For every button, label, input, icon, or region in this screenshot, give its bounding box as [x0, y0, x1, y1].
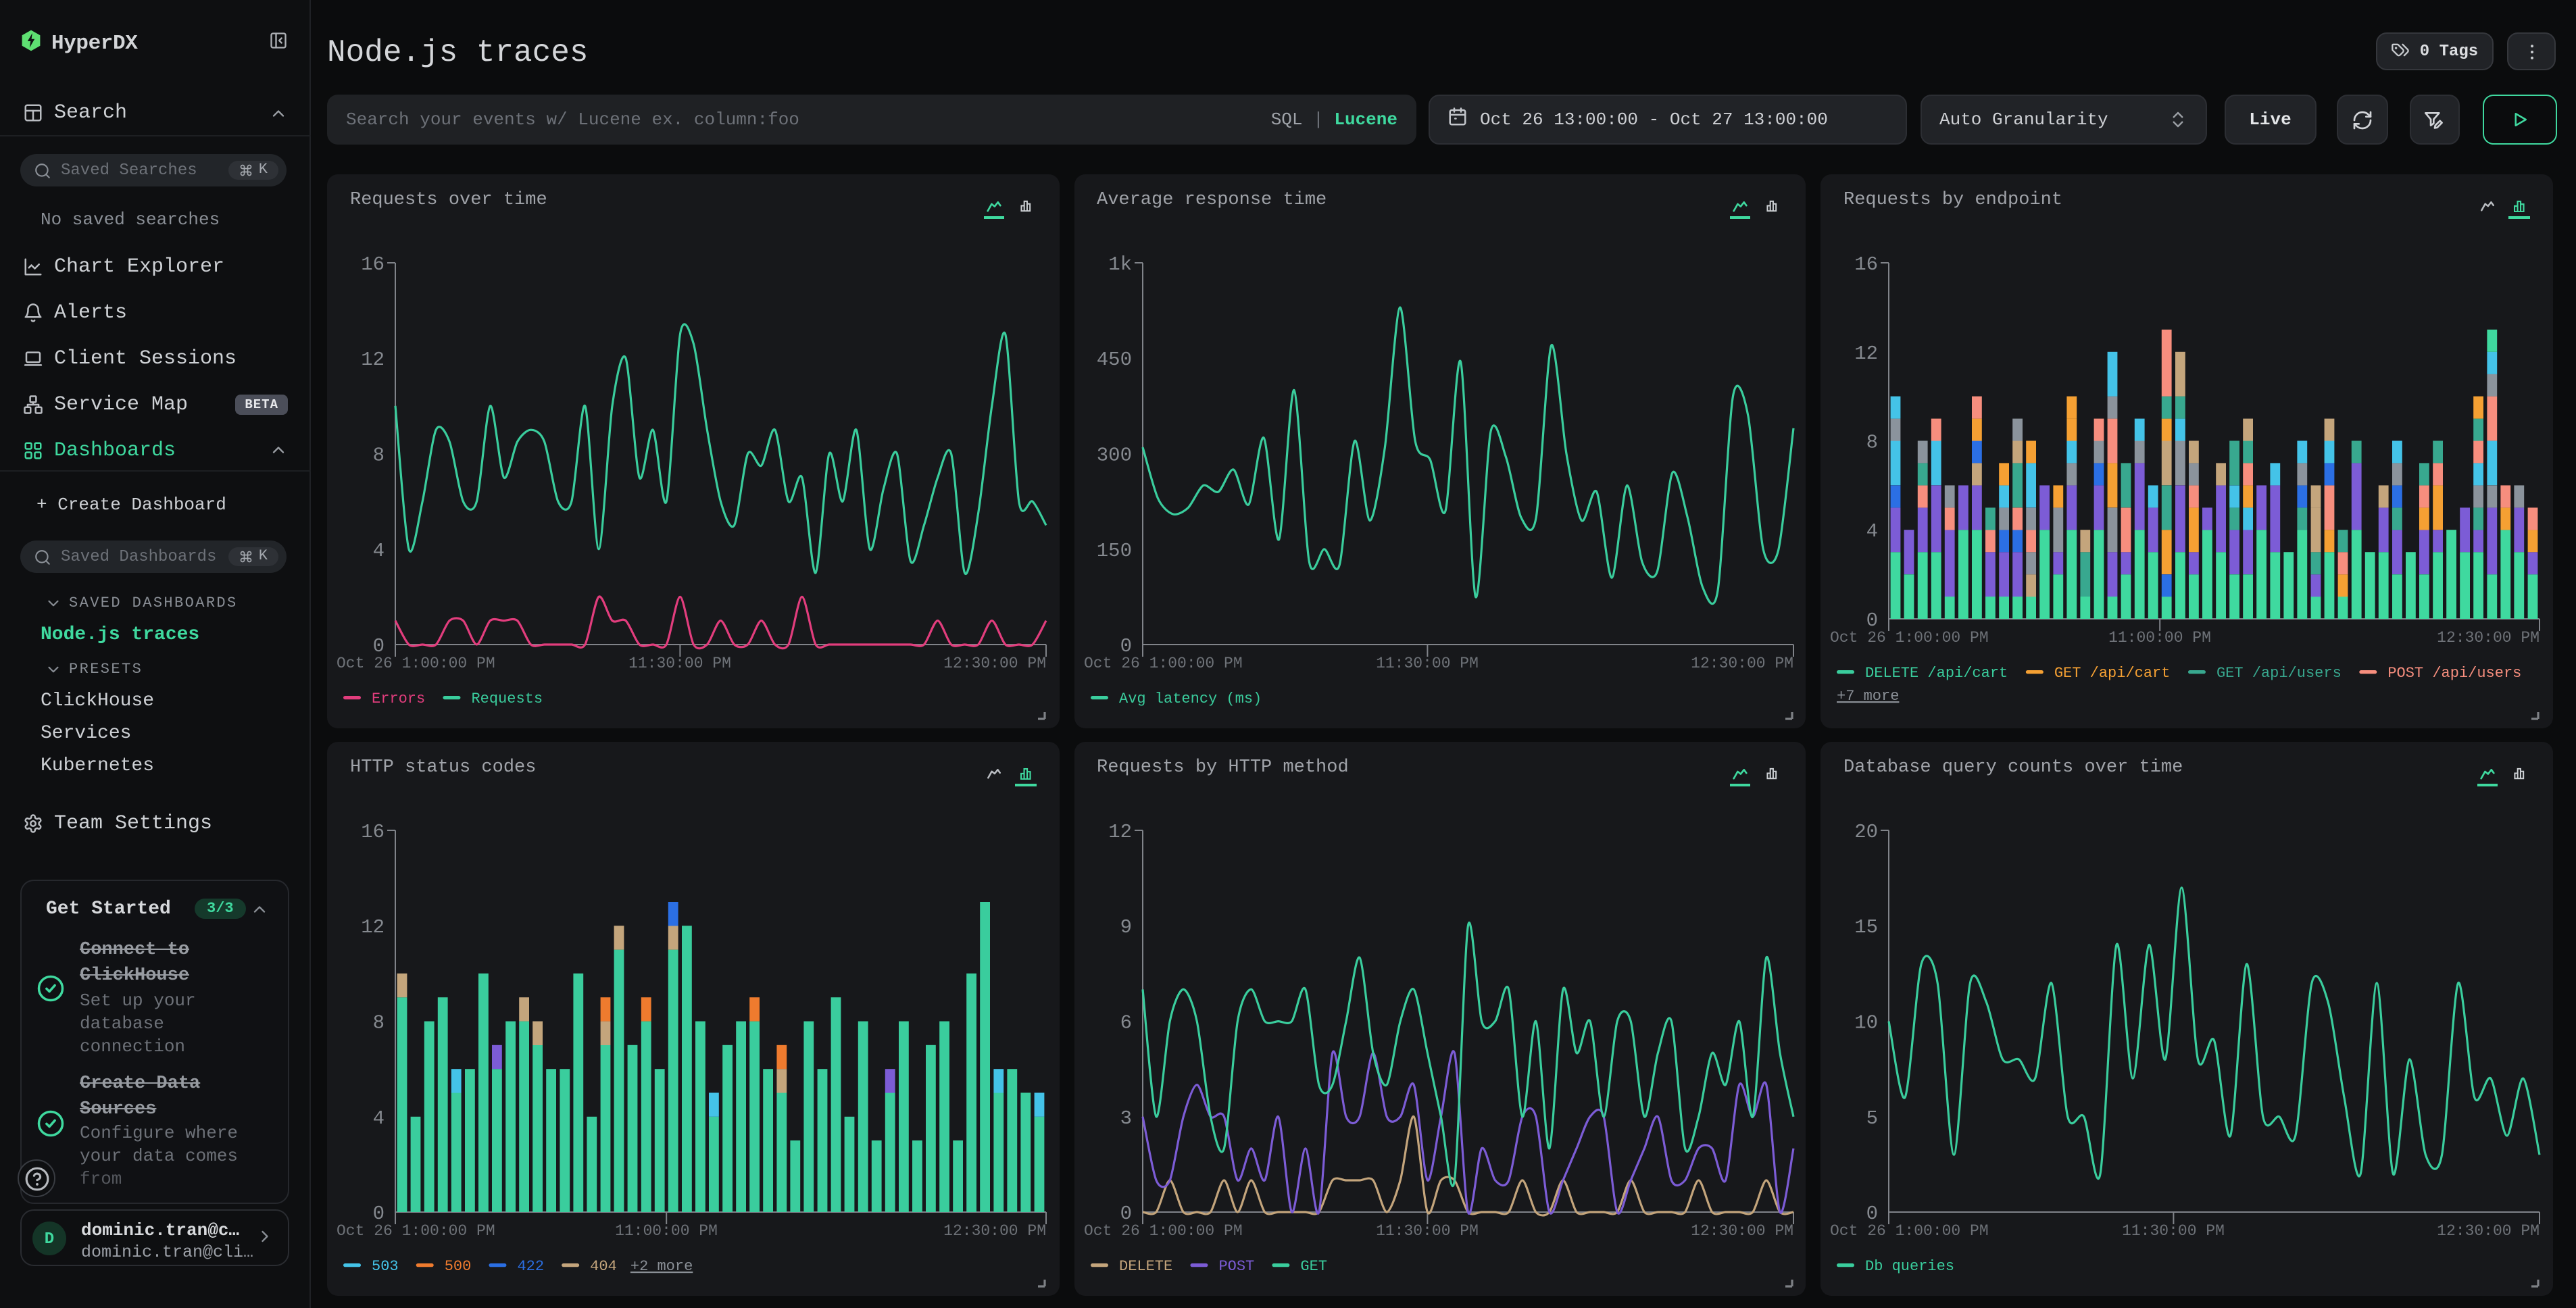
- svg-text:404: 404: [590, 1258, 617, 1275]
- svg-text:Db queries: Db queries: [1865, 1258, 1954, 1275]
- svg-text:16: 16: [1854, 253, 1878, 276]
- svg-text:12:30:00 PM: 12:30:00 PM: [943, 655, 1046, 672]
- svg-text:12:30:00 PM: 12:30:00 PM: [2437, 1222, 2540, 1240]
- svg-text:POST /api/users: POST /api/users: [2387, 665, 2521, 682]
- svg-text:500: 500: [445, 1258, 472, 1275]
- svg-text:11:00:00 PM: 11:00:00 PM: [2108, 629, 2211, 647]
- svg-text:12: 12: [1108, 821, 1131, 843]
- svg-text:20: 20: [1854, 821, 1878, 843]
- svg-text:8: 8: [373, 1012, 385, 1034]
- svg-text:GET /api/cart: GET /api/cart: [2054, 665, 2171, 682]
- svg-text:Oct 26 1:00:00 PM: Oct 26 1:00:00 PM: [1830, 1222, 1989, 1240]
- svg-text:12: 12: [361, 349, 385, 371]
- svg-text:6: 6: [1120, 1012, 1131, 1034]
- svg-text:11:00:00 PM: 11:00:00 PM: [615, 1222, 718, 1240]
- svg-text:Avg latency (ms): Avg latency (ms): [1118, 690, 1261, 707]
- svg-text:DELETE /api/cart: DELETE /api/cart: [1865, 665, 2008, 682]
- svg-text:DELETE: DELETE: [1118, 1258, 1172, 1275]
- svg-text:12:30:00 PM: 12:30:00 PM: [2437, 629, 2540, 647]
- svg-text:Oct 26 1:00:00 PM: Oct 26 1:00:00 PM: [337, 655, 495, 672]
- svg-text:12: 12: [361, 916, 385, 938]
- svg-text:450: 450: [1096, 349, 1131, 371]
- svg-text:150: 150: [1096, 540, 1131, 562]
- svg-text:GET: GET: [1299, 1258, 1327, 1275]
- svg-text:Errors: Errors: [372, 690, 425, 707]
- svg-text:300: 300: [1096, 445, 1131, 467]
- svg-text:503: 503: [372, 1258, 399, 1275]
- svg-text:9: 9: [1120, 916, 1131, 938]
- svg-text:8: 8: [1866, 431, 1878, 453]
- svg-text:1k: 1k: [1108, 253, 1131, 276]
- svg-text:12:30:00 PM: 12:30:00 PM: [943, 1222, 1046, 1240]
- svg-text:16: 16: [361, 253, 385, 276]
- svg-text:11:30:00 PM: 11:30:00 PM: [1375, 1222, 1478, 1240]
- svg-text:16: 16: [361, 821, 385, 843]
- svg-text:+7 more: +7 more: [1837, 688, 1899, 705]
- svg-text:Oct 26 1:00:00 PM: Oct 26 1:00:00 PM: [1083, 655, 1242, 672]
- svg-text:3: 3: [1120, 1107, 1131, 1130]
- svg-text:4: 4: [373, 1107, 385, 1130]
- svg-text:8: 8: [373, 445, 385, 467]
- svg-text:+2 more: +2 more: [630, 1258, 693, 1275]
- svg-text:POST: POST: [1218, 1258, 1254, 1275]
- svg-text:15: 15: [1854, 916, 1878, 938]
- svg-text:4: 4: [373, 540, 385, 562]
- svg-text:11:30:00 PM: 11:30:00 PM: [2122, 1222, 2225, 1240]
- svg-text:12:30:00 PM: 12:30:00 PM: [1690, 1222, 1793, 1240]
- svg-text:Requests: Requests: [471, 690, 543, 707]
- svg-text:11:30:00 PM: 11:30:00 PM: [628, 655, 731, 672]
- svg-text:GET /api/users: GET /api/users: [2216, 665, 2342, 682]
- svg-text:Oct 26 1:00:00 PM: Oct 26 1:00:00 PM: [337, 1222, 495, 1240]
- svg-text:422: 422: [517, 1258, 544, 1275]
- svg-text:12:30:00 PM: 12:30:00 PM: [1690, 655, 1793, 672]
- svg-text:10: 10: [1854, 1012, 1878, 1034]
- svg-text:4: 4: [1866, 520, 1878, 543]
- svg-text:11:30:00 PM: 11:30:00 PM: [1375, 655, 1478, 672]
- svg-text:Oct 26 1:00:00 PM: Oct 26 1:00:00 PM: [1830, 629, 1989, 647]
- svg-text:5: 5: [1866, 1107, 1878, 1130]
- svg-text:Oct 26 1:00:00 PM: Oct 26 1:00:00 PM: [1083, 1222, 1242, 1240]
- svg-text:12: 12: [1854, 343, 1878, 365]
